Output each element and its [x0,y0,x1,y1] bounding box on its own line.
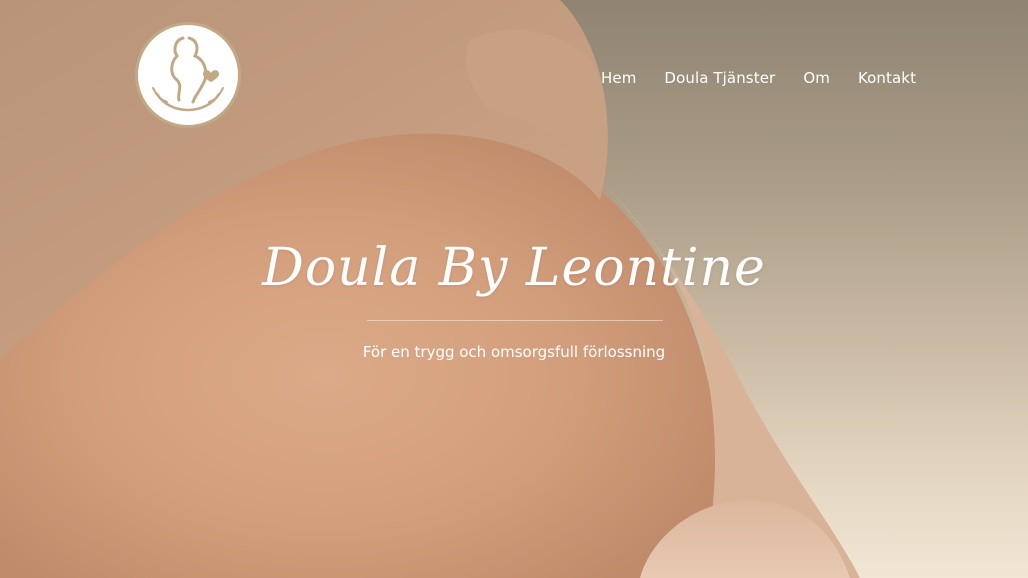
hero-subtitle: För en trygg och omsorgsfull förlossning [362,343,666,361]
main-nav: Hem Doula Tjänster Om Kontakt [601,68,916,88]
hero-section: Hem Doula Tjänster Om Kontakt Doula By L… [0,0,1028,578]
nav-item-om[interactable]: Om [803,68,830,88]
site-logo[interactable] [135,22,241,128]
hero-divider [367,320,663,321]
nav-item-kontakt[interactable]: Kontakt [858,68,916,88]
hero-title: Doula By Leontine [262,238,766,298]
nav-item-hem[interactable]: Hem [601,68,636,88]
nav-item-doula-tjanster[interactable]: Doula Tjänster [664,68,775,88]
pregnant-silhouette-heart-hands-icon [152,36,224,112]
